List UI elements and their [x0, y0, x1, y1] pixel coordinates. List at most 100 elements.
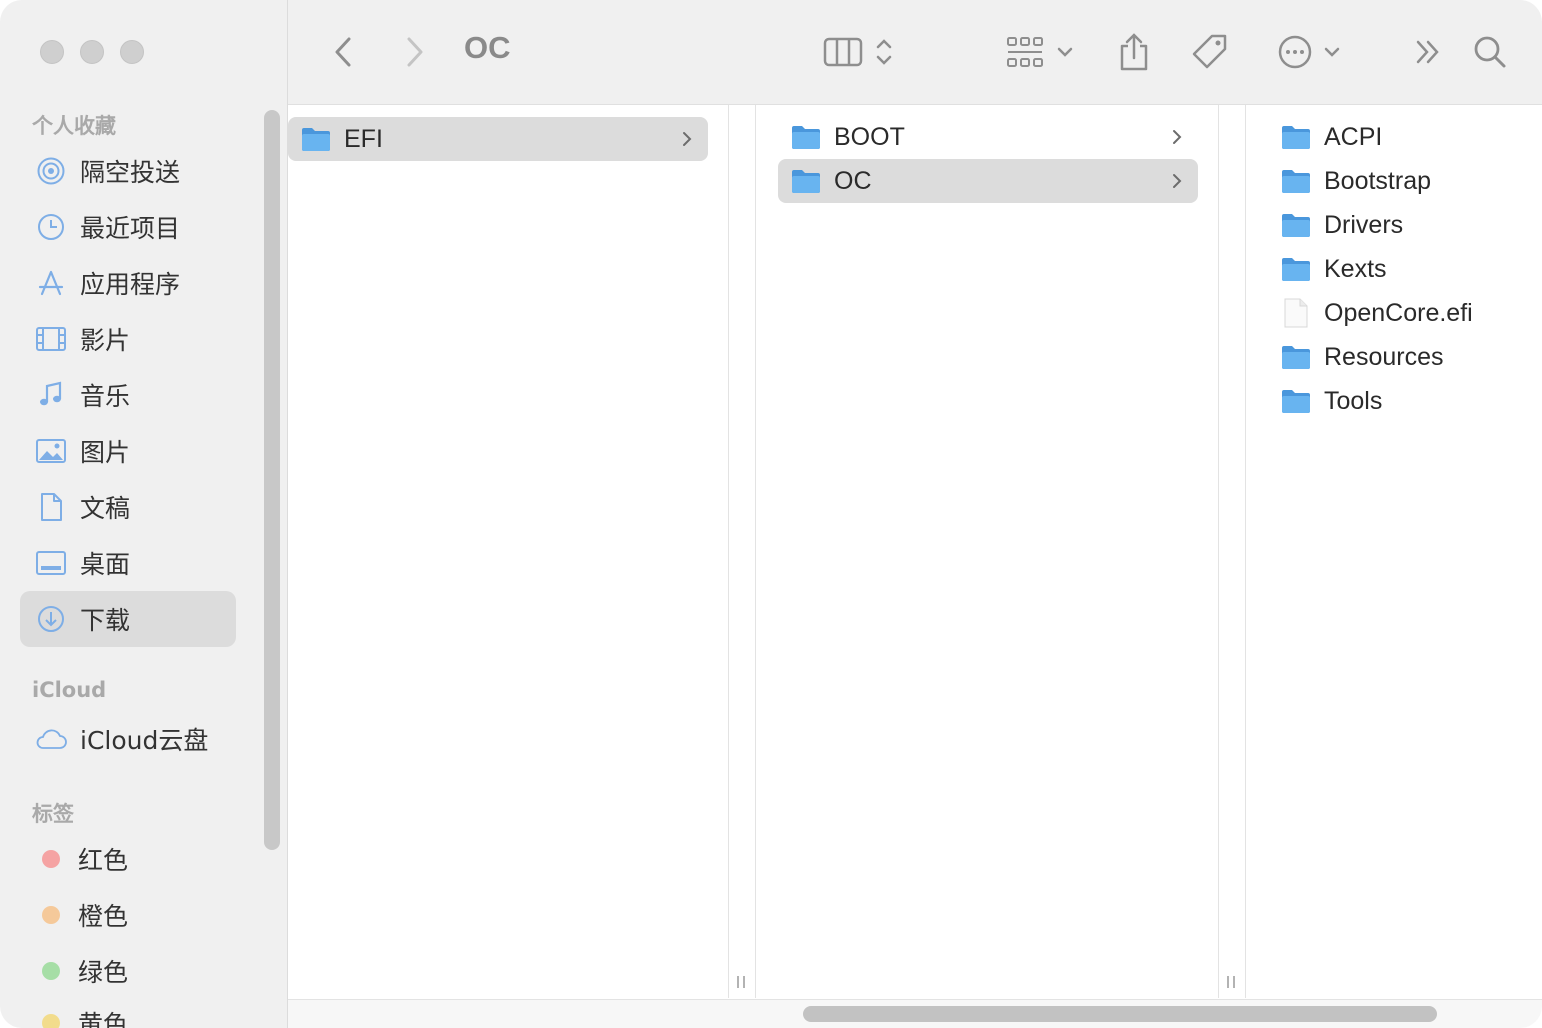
- clock-icon: [34, 210, 68, 244]
- tag-dot-orange-icon: [42, 906, 60, 924]
- search-button[interactable]: [1470, 26, 1510, 78]
- up-down-chevron-icon: [876, 39, 892, 65]
- share-icon: [1120, 33, 1148, 71]
- sidebar-item-documents[interactable]: 文稿: [20, 479, 236, 535]
- chevron-right-icon: [683, 132, 692, 146]
- more-toolbar-items-button[interactable]: [1410, 26, 1446, 78]
- sidebar-item-desktop[interactable]: 桌面: [20, 535, 236, 591]
- airdrop-icon: [34, 154, 68, 188]
- sidebar-item-label: 音乐: [80, 382, 131, 411]
- folder-icon: [1280, 343, 1312, 371]
- sidebar-item-label: 红色: [78, 846, 129, 875]
- window-controls: [40, 40, 144, 64]
- resize-grip-icon: [1227, 976, 1235, 988]
- sidebar-item-movies[interactable]: 影片: [20, 311, 236, 367]
- group-button[interactable]: [1004, 26, 1076, 78]
- applications-icon: [34, 266, 68, 300]
- search-icon: [1474, 36, 1506, 68]
- column-resize-handle[interactable]: [729, 105, 756, 998]
- cloud-icon: [34, 722, 68, 756]
- column-2: BOOT OC: [756, 105, 1219, 998]
- minimize-button[interactable]: [80, 40, 104, 64]
- list-item-acpi[interactable]: ACPI: [1268, 115, 1542, 159]
- tag-button[interactable]: [1188, 26, 1232, 78]
- folder-icon: [790, 123, 822, 151]
- sidebar-tag-red[interactable]: 红色: [20, 831, 236, 887]
- sidebar-item-label: 绿色: [78, 958, 129, 987]
- photo-icon: [34, 434, 68, 468]
- chevron-left-icon: [335, 37, 351, 67]
- favorites-section-title: 个人收藏: [32, 114, 116, 138]
- item-name: Tools: [1324, 386, 1383, 415]
- sidebar-tag-yellow[interactable]: 黄色: [20, 995, 236, 1028]
- item-name: Drivers: [1324, 210, 1404, 239]
- column-view-icon: [823, 37, 863, 67]
- sidebar-item-icloud-drive[interactable]: iCloud云盘: [20, 711, 236, 767]
- list-item-oc[interactable]: OC: [778, 159, 1198, 203]
- tag-dot-red-icon: [42, 850, 60, 868]
- file-icon: [1280, 298, 1312, 328]
- list-item-resources[interactable]: Resources: [1268, 335, 1542, 379]
- column-3: ACPI Bootstrap Drivers Kexts OpenCore.ef…: [1246, 105, 1542, 998]
- list-item-efi[interactable]: EFI: [288, 117, 708, 161]
- sidebar-item-label: 最近项目: [80, 214, 181, 243]
- sidebar-item-label: 隔空投送: [80, 158, 181, 187]
- tag-dot-green-icon: [42, 962, 60, 980]
- sidebar-item-label: 橙色: [78, 902, 129, 931]
- desktop-icon: [34, 546, 68, 580]
- sidebar-item-label: 黄色: [78, 1010, 129, 1028]
- toolbar: OC: [288, 0, 1542, 105]
- column-resize-handle[interactable]: [1219, 105, 1246, 998]
- list-item-tools[interactable]: Tools: [1268, 379, 1542, 423]
- icloud-section-title: iCloud: [32, 678, 107, 702]
- zoom-button[interactable]: [120, 40, 144, 64]
- sidebar-item-label: iCloud云盘: [80, 726, 209, 755]
- sidebar-scrollbar[interactable]: [264, 110, 280, 850]
- finder-window: 个人收藏 隔空投送 最近项目 应用程序 影片 音乐 图片 文稿 桌面 下载 iC…: [0, 0, 1542, 1028]
- chevron-down-icon: [1057, 47, 1073, 57]
- horizontal-scrollbar-thumb[interactable]: [803, 1006, 1437, 1022]
- sidebar-item-label: 文稿: [80, 494, 131, 523]
- item-name: BOOT: [834, 122, 905, 151]
- action-menu-button[interactable]: [1274, 26, 1344, 78]
- item-name: Kexts: [1324, 254, 1387, 283]
- sidebar-item-music[interactable]: 音乐: [20, 367, 236, 423]
- sidebar-item-recents[interactable]: 最近项目: [20, 199, 236, 255]
- share-button[interactable]: [1114, 26, 1154, 78]
- sidebar-item-label: 图片: [80, 438, 131, 467]
- item-name: OC: [834, 166, 872, 195]
- tags-section-title: 标签: [32, 802, 74, 826]
- item-name: EFI: [344, 124, 383, 153]
- list-item-boot[interactable]: BOOT: [778, 115, 1198, 159]
- folder-icon: [1280, 255, 1312, 283]
- film-icon: [34, 322, 68, 356]
- download-icon: [34, 602, 68, 636]
- sidebar-item-label: 影片: [80, 326, 131, 355]
- view-mode-button[interactable]: [818, 26, 898, 78]
- folder-icon: [790, 167, 822, 195]
- list-item-drivers[interactable]: Drivers: [1268, 203, 1542, 247]
- list-item-opencore-efi[interactable]: OpenCore.efi: [1268, 291, 1542, 335]
- list-item-kexts[interactable]: Kexts: [1268, 247, 1542, 291]
- folder-icon: [300, 125, 332, 153]
- back-button[interactable]: [326, 26, 360, 78]
- document-icon: [34, 490, 68, 524]
- sidebar-tag-green[interactable]: 绿色: [20, 943, 236, 999]
- sidebar-item-applications[interactable]: 应用程序: [20, 255, 236, 311]
- grid-icon: [1007, 37, 1043, 67]
- sidebar-tag-orange[interactable]: 橙色: [20, 887, 236, 943]
- double-chevron-right-icon: [1416, 40, 1439, 64]
- chevron-right-icon: [1173, 174, 1182, 188]
- list-item-bootstrap[interactable]: Bootstrap: [1268, 159, 1542, 203]
- sidebar-item-downloads[interactable]: 下载: [20, 591, 236, 647]
- tag-dot-yellow-icon: [42, 1014, 60, 1028]
- sidebar-item-pictures[interactable]: 图片: [20, 423, 236, 479]
- resize-grip-icon: [737, 976, 745, 988]
- sidebar-item-airdrop[interactable]: 隔空投送: [20, 143, 236, 199]
- horizontal-scrollbar[interactable]: [288, 999, 1542, 1028]
- close-button[interactable]: [40, 40, 64, 64]
- forward-button[interactable]: [398, 26, 432, 78]
- sidebar-item-label: 应用程序: [80, 270, 181, 299]
- folder-icon: [1280, 211, 1312, 239]
- folder-icon: [1280, 167, 1312, 195]
